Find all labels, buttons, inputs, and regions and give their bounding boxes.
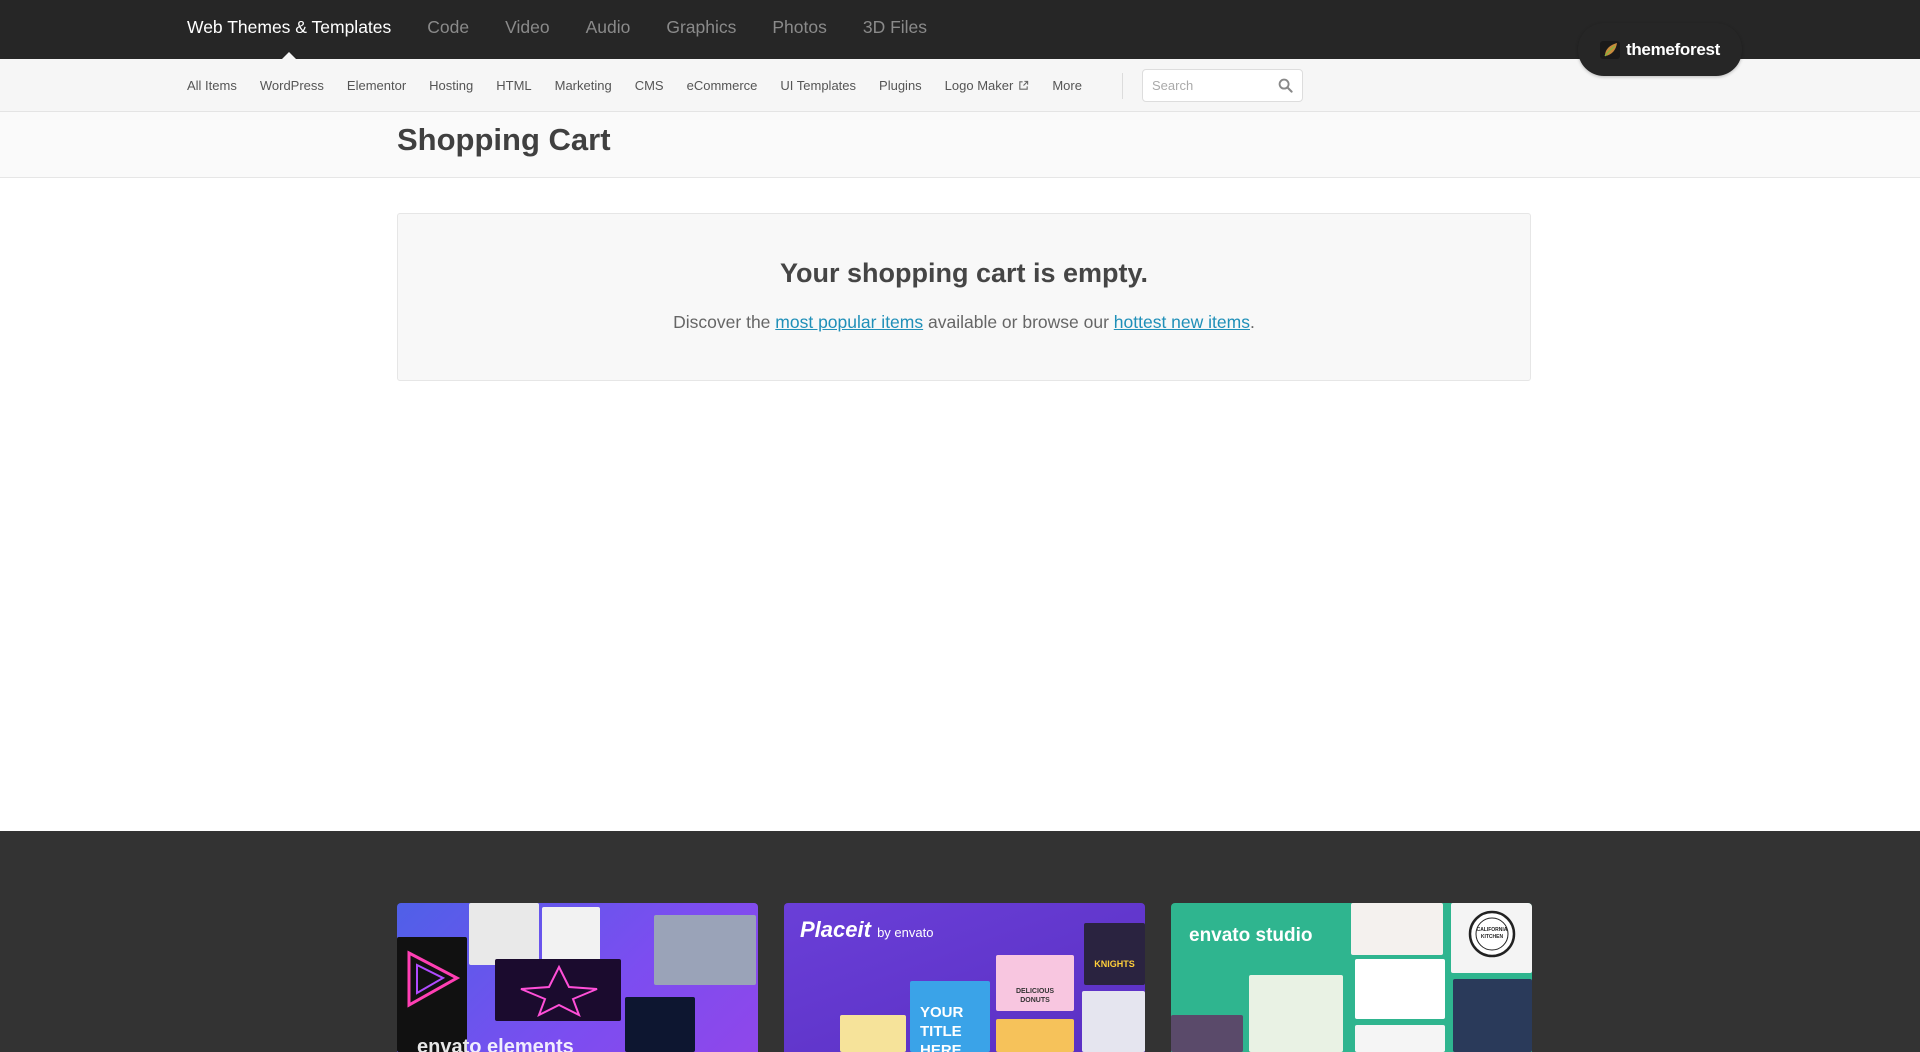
promo-envato-elements-text: envato elements (417, 1036, 574, 1052)
promo-tile (1171, 1015, 1243, 1052)
category-web-themes-templates[interactable]: Web Themes & Templates (187, 0, 391, 59)
empty-cart-text-before: Discover the (673, 312, 776, 332)
themeforest-leaf-icon (1599, 40, 1622, 60)
promo-tile (996, 1019, 1074, 1052)
subnav-html[interactable]: HTML (496, 78, 531, 93)
empty-cart-text: Discover the most popular items availabl… (398, 312, 1530, 333)
search-input[interactable] (1143, 70, 1273, 101)
promo-tile (1355, 959, 1445, 1019)
subnav-divider (1122, 73, 1123, 99)
subnav-elementor[interactable]: Elementor (347, 78, 406, 93)
subnav-ecommerce[interactable]: eCommerce (687, 78, 758, 93)
category-audio[interactable]: Audio (586, 0, 631, 59)
promo-placeit[interactable]: Placeit by envato KNIGHTS DELICIOUS DONU… (784, 903, 1145, 1052)
promo-tile (1355, 1025, 1445, 1052)
promo-tile-donuts: DELICIOUS DONUTS (1015, 988, 1055, 1004)
empty-cart-text-middle: available or browse our (923, 312, 1114, 332)
category-video[interactable]: Video (505, 0, 549, 59)
subnav-all-items[interactable]: All Items (187, 78, 237, 93)
hottest-new-items-link[interactable]: hottest new items (1114, 312, 1250, 332)
promo-tile (1453, 979, 1532, 1052)
subnav-more[interactable]: More (1052, 78, 1082, 93)
category-photos[interactable]: Photos (772, 0, 826, 59)
search-icon[interactable] (1278, 78, 1293, 93)
page-header: Shopping Cart (0, 112, 1920, 178)
promo-tile-knights: KNIGHTS (1094, 959, 1135, 969)
subnav-logo-maker-label: Logo Maker (944, 78, 1014, 93)
promo-envato-studio-text: envato studio (1189, 925, 1313, 946)
promo-placeit-text: Placeit by envato (800, 917, 933, 943)
footer: envato elements Placeit by envato KNIGHT… (0, 831, 1920, 1052)
category-nav: Web Themes & Templates Code Video Audio … (187, 0, 963, 59)
page-title: Shopping Cart (397, 122, 611, 157)
subnav-marketing[interactable]: Marketing (555, 78, 612, 93)
category-3d-files[interactable]: 3D Files (863, 0, 927, 59)
category-graphics[interactable]: Graphics (666, 0, 736, 59)
search-box (1142, 69, 1303, 102)
neon-triangle-graphic (407, 950, 461, 1008)
promo-tile (1082, 991, 1145, 1052)
themeforest-logo[interactable]: themeforest (1578, 23, 1742, 76)
subnav-logo-maker[interactable]: Logo Maker (945, 78, 1030, 93)
sub-nav-items: All Items WordPress Elementor Hosting HT… (187, 59, 1105, 112)
subnav-wordpress[interactable]: WordPress (260, 78, 324, 93)
promo-tile (1084, 923, 1145, 985)
promo-tile (840, 1015, 906, 1052)
promo-tile (654, 915, 756, 985)
subnav-cms[interactable]: CMS (635, 78, 664, 93)
category-code[interactable]: Code (427, 0, 469, 59)
external-link-icon (1019, 80, 1029, 90)
promo-tile-california-kitchen: CALIFORNIA KITCHEN (1476, 927, 1508, 940)
promo-envato-studio[interactable]: envato studio CALIFORNIA KITCHEN (1171, 903, 1532, 1052)
most-popular-items-link[interactable]: most popular items (775, 312, 923, 332)
subnav-plugins[interactable]: Plugins (879, 78, 922, 93)
subnav-ui-templates[interactable]: UI Templates (780, 78, 856, 93)
promo-envato-elements[interactable]: envato elements (397, 903, 758, 1052)
empty-cart-title: Your shopping cart is empty. (779, 258, 1149, 288)
promo-tile (625, 997, 695, 1052)
promo-tile (469, 903, 539, 965)
empty-cart-panel: Your shopping cart is empty. Discover th… (397, 213, 1531, 381)
promo-tile-your-title: YOUR TITLE HERE (920, 1004, 964, 1052)
promo-tile (1249, 975, 1343, 1052)
promo-placeit-name: Placeit (800, 917, 871, 942)
subnav-hosting[interactable]: Hosting (429, 78, 473, 93)
promo-placeit-subtext: by envato (877, 925, 934, 940)
logo-text: themeforest (1625, 39, 1720, 59)
empty-cart-text-after: . (1249, 312, 1255, 332)
neon-star-graphic (520, 964, 598, 1017)
promo-tile (1351, 903, 1443, 955)
